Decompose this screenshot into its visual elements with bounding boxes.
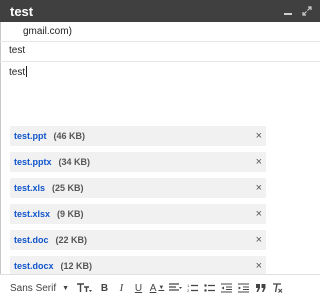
text-color-button[interactable]: A ▼ <box>147 278 167 298</box>
indent-less-icon <box>221 283 232 293</box>
svg-text:2: 2 <box>187 288 190 293</box>
align-icon <box>168 283 183 293</box>
attachment-size: (12 KB) <box>60 261 93 271</box>
bold-button[interactable]: B <box>96 278 113 298</box>
attachment-chip[interactable]: test.docx (12 KB) × <box>10 256 266 276</box>
close-icon[interactable]: × <box>256 206 262 222</box>
attachment-name[interactable]: test.xlsx <box>14 209 50 219</box>
underline-button[interactable]: U <box>130 278 147 298</box>
message-body[interactable]: test <box>9 66 28 78</box>
close-icon[interactable]: × <box>256 154 262 170</box>
window-controls <box>283 6 312 16</box>
formatting-toolbar: Sans Serif ▼ B I U A ▼ 1 2 <box>0 274 320 301</box>
remove-formatting-icon <box>272 283 283 293</box>
compose-titlebar[interactable]: test <box>0 0 320 22</box>
close-icon[interactable]: × <box>256 180 262 196</box>
message-body-text: test <box>9 67 26 78</box>
text-color-label: A <box>149 282 157 294</box>
numbered-list-button[interactable]: 1 2 <box>184 278 201 298</box>
indent-more-icon <box>238 283 249 293</box>
align-button[interactable] <box>167 278 184 298</box>
subject-value: test <box>9 45 26 56</box>
attachment-chip[interactable]: test.doc (22 KB) × <box>10 230 266 250</box>
close-icon[interactable]: × <box>256 258 262 274</box>
close-icon[interactable]: × <box>256 232 262 248</box>
minimize-icon[interactable] <box>283 6 293 16</box>
attachment-chip[interactable]: test.pptx (34 KB) × <box>10 152 266 172</box>
chevron-down-icon: ▼ <box>62 284 70 292</box>
close-icon[interactable]: × <box>256 128 262 144</box>
bulleted-list-icon <box>204 283 215 293</box>
quote-button[interactable] <box>252 278 269 298</box>
italic-button[interactable]: I <box>113 278 130 298</box>
recipients-field[interactable]: gmail.com) <box>0 22 320 42</box>
left-border <box>0 22 1 301</box>
window-title: test <box>10 3 34 19</box>
attachment-chip[interactable]: test.ppt (46 KB) × <box>10 126 266 146</box>
bulleted-list-button[interactable] <box>201 278 218 298</box>
attachment-name[interactable]: test.xls <box>14 183 45 193</box>
remove-formatting-button[interactable] <box>269 278 286 298</box>
quote-icon <box>255 283 266 293</box>
attachment-size: (9 KB) <box>57 209 84 219</box>
attachment-size: (46 KB) <box>53 131 86 141</box>
numbered-list-icon: 1 2 <box>187 283 198 293</box>
expand-icon[interactable] <box>302 6 312 16</box>
attachment-list: test.ppt (46 KB) × test.pptx (34 KB) × t… <box>10 126 266 282</box>
attachment-size: (22 KB) <box>55 235 88 245</box>
font-family-label: Sans Serif <box>10 282 57 294</box>
attachment-name[interactable]: test.docx <box>14 261 54 271</box>
text-cursor <box>26 66 28 77</box>
attachment-chip[interactable]: test.xlsx (9 KB) × <box>10 204 266 224</box>
indent-more-button[interactable] <box>235 278 252 298</box>
text-size-button[interactable] <box>72 278 96 298</box>
attachment-size: (34 KB) <box>58 157 91 167</box>
indent-less-button[interactable] <box>218 278 235 298</box>
attachment-name[interactable]: test.doc <box>14 235 49 245</box>
subject-field[interactable]: test <box>0 42 320 62</box>
text-size-icon <box>76 283 92 293</box>
font-family-select[interactable]: Sans Serif ▼ <box>0 278 72 298</box>
chevron-down-icon: ▼ <box>158 285 165 291</box>
attachment-size: (25 KB) <box>52 183 84 193</box>
attachment-name[interactable]: test.pptx <box>14 157 52 167</box>
recipients-value: gmail.com) <box>23 26 72 37</box>
attachment-chip[interactable]: test.xls (25 KB) × <box>10 178 266 198</box>
attachment-name[interactable]: test.ppt <box>14 131 47 141</box>
